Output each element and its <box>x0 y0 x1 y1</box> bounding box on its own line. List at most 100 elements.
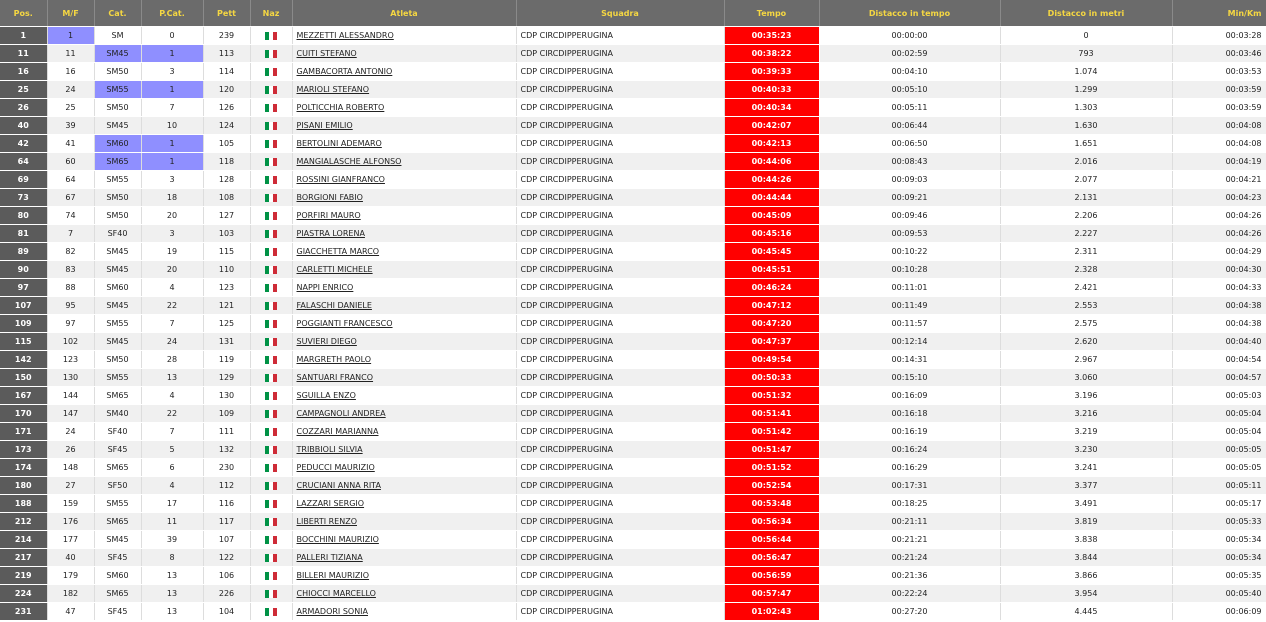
cell-distacco-tempo: 00:08:43 <box>819 152 1001 171</box>
cell-distacco-tempo: 00:17:31 <box>819 476 1001 495</box>
cell-cat: SM50 <box>94 62 142 81</box>
athlete-link[interactable]: MANGIALASCHE ALFONSO <box>297 157 402 166</box>
cell-tempo: 00:56:47 <box>724 548 820 567</box>
cell-atleta: PEDUCCI MAURIZIO <box>292 458 517 477</box>
cell-mf: 24 <box>47 422 95 441</box>
athlete-link[interactable]: COZZARI MARIANNA <box>297 427 379 436</box>
cell-squadra: CDP CIRCDIPPERUGINA <box>516 278 725 297</box>
athlete-link[interactable]: FALASCHI DANIELE <box>297 301 372 310</box>
cell-distacco-metri: 2.575 <box>1000 314 1173 333</box>
col-header-naz[interactable]: Naz <box>250 0 293 27</box>
table-row: 212 176 SM65 11 117 LIBERTI RENZO CDP CIRCDIPP… <box>0 512 1266 531</box>
athlete-link[interactable]: CHIOCCI MARCELLO <box>297 589 376 598</box>
athlete-link[interactable]: ROSSINI GIANFRANCO <box>297 175 385 184</box>
athlete-link[interactable]: CAMPAGNOLI ANDREA <box>297 409 386 418</box>
col-header-tempo[interactable]: Tempo <box>724 0 820 27</box>
athlete-link[interactable]: SUVIERI DIEGO <box>297 337 357 346</box>
col-header-mf[interactable]: M/F <box>47 0 95 27</box>
athlete-link[interactable]: PEDUCCI MAURIZIO <box>297 463 375 472</box>
athlete-link[interactable]: MARGRETH PAOLO <box>297 355 372 364</box>
cell-distacco-tempo: 00:22:24 <box>819 584 1001 603</box>
col-header-squadra[interactable]: Squadra <box>516 0 725 27</box>
col-header-pcat[interactable]: P.Cat. <box>141 0 204 27</box>
cell-mf: 176 <box>47 512 95 531</box>
cell-atleta: BOCCHINI MAURIZIO <box>292 530 517 549</box>
cell-distacco-tempo: 00:09:46 <box>819 206 1001 225</box>
italy-flag-icon <box>265 427 277 436</box>
cell-cat: SM45 <box>94 260 142 279</box>
table-row: 188 159 SM55 17 116 LAZZARI SERGIO CDP CIRCDIP… <box>0 494 1266 513</box>
cell-distacco-tempo: 00:16:29 <box>819 458 1001 477</box>
athlete-link[interactable]: CRUCIANI ANNA RITA <box>297 481 381 490</box>
cell-atleta: SGUILLA ENZO <box>292 386 517 405</box>
athlete-link[interactable]: PALLERI TIZIANA <box>297 553 363 562</box>
table-row: 174 148 SM65 6 230 PEDUCCI MAURIZIO CDP CIRCDI… <box>0 458 1266 477</box>
cell-cat: SF45 <box>94 548 142 567</box>
cell-cat: SM45 <box>94 296 142 315</box>
cell-pcat: 5 <box>141 440 204 459</box>
athlete-link[interactable]: PISANI EMILIO <box>297 121 353 130</box>
cell-squadra: CDP CIRCDIPPERUGINA <box>516 494 725 513</box>
col-header-pos[interactable]: Pos. <box>0 0 48 27</box>
cell-distacco-tempo: 00:14:31 <box>819 350 1001 369</box>
athlete-link[interactable]: PORFIRI MAURO <box>297 211 361 220</box>
athlete-link[interactable]: GAMBACORTA ANTONIO <box>297 67 393 76</box>
col-header-cat[interactable]: Cat. <box>94 0 142 27</box>
athlete-link[interactable]: TRIBBIOLI SILVIA <box>297 445 363 454</box>
cell-distacco-metri: 1.074 <box>1000 62 1173 81</box>
table-row: 173 26 SF45 5 132 TRIBBIOLI SILVIA CDP CIRCDIP… <box>0 440 1266 459</box>
athlete-link[interactable]: POGGIANTI FRANCESCO <box>297 319 393 328</box>
col-header-atleta[interactable]: Atleta <box>292 0 517 27</box>
cell-pett: 107 <box>203 530 251 549</box>
cell-pcat: 6 <box>141 458 204 477</box>
table-row: 217 40 SF45 8 122 PALLERI TIZIANA CDP CIRCDIPP… <box>0 548 1266 567</box>
cell-pos: 69 <box>0 170 48 189</box>
cell-pcat: 1 <box>141 152 204 171</box>
athlete-link[interactable]: SGUILLA ENZO <box>297 391 356 400</box>
cell-cat: SM65 <box>94 584 142 603</box>
cell-pett: 131 <box>203 332 251 351</box>
cell-pcat: 7 <box>141 98 204 117</box>
col-header-distacco-metri[interactable]: Distacco in metri <box>1000 0 1173 27</box>
cell-naz <box>250 260 293 279</box>
cell-tempo: 00:56:59 <box>724 566 820 585</box>
athlete-link[interactable]: LIBERTI RENZO <box>297 517 358 526</box>
cell-squadra: CDP CIRCDIPPERUGINA <box>516 350 725 369</box>
cell-atleta: PIASTRA LORENA <box>292 224 517 243</box>
cell-naz <box>250 206 293 225</box>
cell-tempo: 00:53:48 <box>724 494 820 513</box>
italy-flag-icon <box>265 49 277 58</box>
athlete-link[interactable]: BOCCHINI MAURIZIO <box>297 535 379 544</box>
cell-naz <box>250 386 293 405</box>
cell-naz <box>250 548 293 567</box>
cell-squadra: CDP CIRCDIPPERUGINA <box>516 386 725 405</box>
table-row: 69 64 SM55 3 128 ROSSINI GIANFRANCO CDP CIRCDI… <box>0 170 1266 189</box>
athlete-link[interactable]: BORGIONI FABIO <box>297 193 363 202</box>
athlete-link[interactable]: NAPPI ENRICO <box>297 283 354 292</box>
cell-cat: SM50 <box>94 98 142 117</box>
athlete-link[interactable]: GIACCHETTA MARCO <box>297 247 380 256</box>
cell-distacco-metri: 4.445 <box>1000 602 1173 621</box>
cell-atleta: SANTUARI FRANCO <box>292 368 517 387</box>
cell-pos: 109 <box>0 314 48 333</box>
athlete-link[interactable]: ARMADORI SONIA <box>297 607 369 616</box>
athlete-link[interactable]: POLTICCHIA ROBERTO <box>297 103 385 112</box>
athlete-link[interactable]: PIASTRA LORENA <box>297 229 365 238</box>
cell-distacco-metri: 3.491 <box>1000 494 1173 513</box>
cell-pos: 90 <box>0 260 48 279</box>
athlete-link[interactable]: LAZZARI SERGIO <box>297 499 365 508</box>
col-header-distacco-tempo[interactable]: Distacco in tempo <box>819 0 1001 27</box>
col-header-pett[interactable]: Pett <box>203 0 251 27</box>
athlete-link[interactable]: CARLETTI MICHELE <box>297 265 373 274</box>
cell-minkm: 00:05:04 <box>1172 422 1266 441</box>
athlete-link[interactable]: MEZZETTI ALESSANDRO <box>297 31 394 40</box>
athlete-link[interactable]: BERTOLINI ADEMARO <box>297 139 382 148</box>
italy-flag-icon <box>265 211 277 220</box>
athlete-link[interactable]: MARIOLI STEFANO <box>297 85 370 94</box>
col-header-minkm[interactable]: Min/Km <box>1172 0 1266 27</box>
athlete-link[interactable]: CUITI STEFANO <box>297 49 357 58</box>
cell-atleta: PALLERI TIZIANA <box>292 548 517 567</box>
athlete-link[interactable]: SANTUARI FRANCO <box>297 373 374 382</box>
athlete-link[interactable]: BILLERI MAURIZIO <box>297 571 370 580</box>
cell-squadra: CDP CIRCDIPPERUGINA <box>516 116 725 135</box>
